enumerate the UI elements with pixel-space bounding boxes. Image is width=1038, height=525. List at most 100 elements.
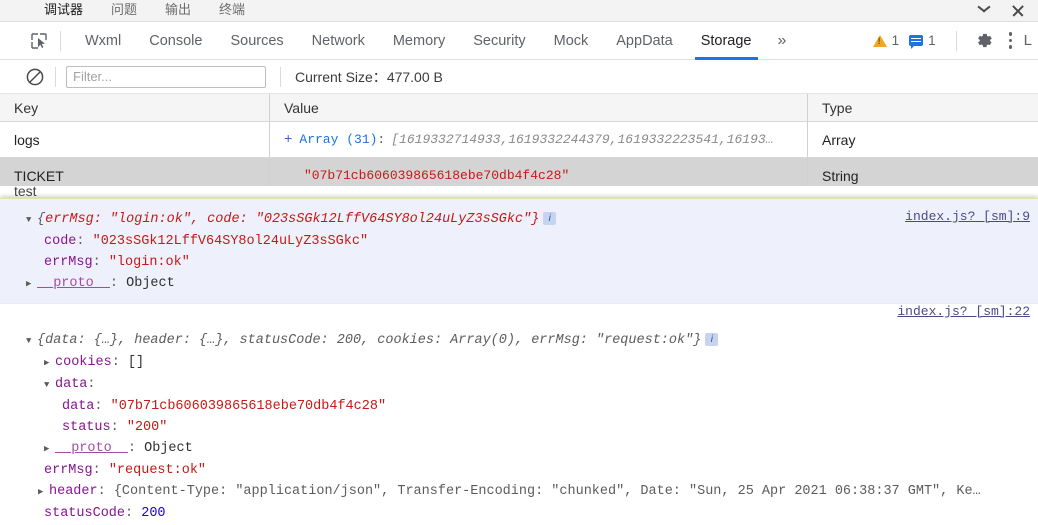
prop-key: code: [44, 234, 77, 249]
tab-appdata[interactable]: AppData: [602, 22, 686, 60]
console-prop-line: status: "200": [62, 420, 168, 435]
warning-badge[interactable]: 1: [872, 33, 900, 48]
prop-value: "200": [126, 420, 168, 435]
prop-key: status: [62, 420, 111, 435]
expand-triangle-icon[interactable]: ▶: [38, 482, 49, 503]
console-prop-line: code: "023sSGk12LffV64SY8ol24uLyZ3sSGkc": [44, 234, 369, 249]
expand-triangle-icon[interactable]: ▶: [26, 274, 37, 295]
console-prop-line: ▼ data:: [0, 374, 1038, 396]
collapse-triangle-icon[interactable]: ▼: [26, 331, 37, 352]
devtools-window: 调试器 问题 输出 终端 Wxml Console Sources Networ…: [0, 0, 1038, 525]
status-divider: [955, 30, 957, 51]
array-preview: [1619332714933,1619332244379,16193322235…: [391, 132, 774, 147]
devtools-status-area: 1 1 L: [872, 30, 1038, 51]
summary-brace: {: [37, 333, 46, 348]
console-entry[interactable]: index.js? [sm]:22 ▼ {data: {…}, header: {…: [0, 304, 1038, 525]
table-header-row: Key Value Type: [0, 94, 1038, 122]
tab-network[interactable]: Network: [298, 22, 379, 60]
toolbar-divider: [60, 30, 61, 51]
outer-tab-output[interactable]: 输出: [151, 1, 205, 21]
toolbar-divider-2: [55, 66, 56, 87]
tab-security[interactable]: Security: [459, 22, 539, 60]
prop-value: Object: [144, 441, 193, 456]
inspect-element-icon[interactable]: [28, 30, 50, 52]
source-link[interactable]: index.js? [sm]:22: [897, 304, 1030, 319]
tab-wxml[interactable]: Wxml: [71, 22, 135, 60]
table-row[interactable]: logs + Array (31) : [1619332714933,16193…: [0, 122, 1038, 158]
devtools-tab-bar: Wxml Console Sources Network Memory Secu…: [0, 22, 1038, 60]
info-icon[interactable]: i: [543, 211, 557, 225]
prop-key: header: [49, 484, 98, 499]
tab-overflow-icon[interactable]: »: [766, 32, 798, 50]
prop-value: Object: [126, 276, 175, 291]
summary-text: errMsg: "login:ok", code: "023sSGk12LffV…: [45, 212, 540, 227]
collapse-triangle-icon[interactable]: ▼: [26, 210, 37, 231]
summary-text: data: {…}, header: {…}, statusCode: 200,…: [45, 333, 702, 348]
prop-key[interactable]: __proto__: [55, 441, 128, 456]
info-icon[interactable]: i: [705, 332, 719, 346]
current-size-label: Current Size：477.00 B: [295, 67, 443, 87]
console-prop-line: ▶__proto__: Object: [0, 438, 1038, 460]
column-header-value[interactable]: Value: [270, 94, 808, 121]
tab-sources[interactable]: Sources: [216, 22, 297, 60]
row-key-logs: logs: [0, 122, 270, 157]
warning-icon: [872, 34, 887, 47]
console-entry[interactable]: index.js? [sm]:9 ▼ {errMsg: "login:ok", c…: [0, 199, 1038, 304]
array-type-label: Array (31): [299, 132, 378, 147]
window-controls: [976, 0, 1038, 21]
prop-key: cookies: [55, 355, 112, 370]
current-size-value: 477.00 B: [386, 68, 443, 85]
tab-console[interactable]: Console: [135, 22, 216, 60]
console-prop-line: statusCode: 200: [44, 506, 166, 521]
outer-tab-problems[interactable]: 问题: [97, 1, 151, 21]
tab-memory[interactable]: Memory: [379, 22, 459, 60]
column-header-key[interactable]: Key: [0, 94, 270, 121]
clear-storage-icon[interactable]: [25, 67, 45, 87]
console-drawer: index.js? [sm]:9 ▼ {errMsg: "login:ok", c…: [0, 198, 1038, 525]
toolbar-divider-3: [280, 66, 281, 87]
expand-array-icon[interactable]: +: [284, 132, 292, 148]
prop-key: errMsg: [44, 255, 93, 270]
console-prop-line: ▶ cookies: []: [0, 352, 1038, 374]
console-prop-line: data: "07b71cb606039865618ebe70db4f4c28": [62, 399, 387, 414]
prop-key: data: [62, 399, 95, 414]
prop-value: "request:ok": [108, 463, 207, 478]
outer-tab-debugger[interactable]: 调试器: [30, 1, 97, 21]
column-header-type[interactable]: Type: [808, 94, 1038, 121]
collapse-triangle-icon[interactable]: ▼: [44, 375, 55, 396]
current-size-text: Current Size：: [295, 68, 387, 85]
source-link[interactable]: index.js? [sm]:9: [905, 209, 1030, 224]
message-count: 1: [928, 33, 936, 48]
summary-brace: {: [37, 212, 46, 227]
console-prop-line: errMsg: "login:ok": [44, 255, 190, 270]
outer-tab-strip: 调试器 问题 输出 终端: [0, 0, 1038, 22]
prop-value: "023sSGk12LffV64SY8ol24uLyZ3sSGkc": [92, 234, 369, 249]
prop-key: statusCode: [44, 506, 126, 521]
prop-value: 200: [141, 506, 166, 521]
outer-tab-terminal[interactable]: 终端: [205, 1, 259, 21]
minimize-icon[interactable]: [976, 3, 992, 19]
close-icon[interactable]: [1010, 3, 1026, 19]
message-badge[interactable]: 1: [909, 33, 936, 49]
prop-value: "login:ok": [108, 255, 190, 270]
expand-triangle-icon[interactable]: ▶: [44, 353, 55, 374]
message-icon: [909, 35, 924, 49]
expand-triangle-icon[interactable]: ▶: [44, 439, 55, 460]
prop-value: "07b71cb606039865618ebe70db4f4c28": [110, 399, 387, 414]
edge-partial-icon: L: [1023, 32, 1032, 49]
filter-input[interactable]: [66, 65, 266, 88]
tab-storage[interactable]: Storage: [687, 22, 766, 60]
prop-value: {Content-Type: "application/json", Trans…: [113, 484, 981, 499]
prop-key[interactable]: __proto__: [37, 276, 110, 291]
tab-mock[interactable]: Mock: [540, 22, 603, 60]
storage-toolbar: Current Size：477.00 B: [0, 60, 1038, 94]
console-prop-line: ▶__proto__: Object: [0, 273, 1038, 295]
console-prop-line: ▶ header: {Content-Type: "application/jso…: [0, 481, 1038, 503]
gear-icon[interactable]: [975, 31, 994, 50]
kebab-menu-icon[interactable]: [1002, 31, 1020, 51]
warning-count: 1: [891, 33, 900, 48]
table-row-partial[interactable]: test: [0, 186, 1038, 198]
row-type-logs: Array: [822, 131, 856, 148]
console-entry-summary: ▼ {data: {…}, header: {…}, statusCode: 20…: [0, 330, 1038, 352]
prop-key: data: [55, 377, 88, 392]
